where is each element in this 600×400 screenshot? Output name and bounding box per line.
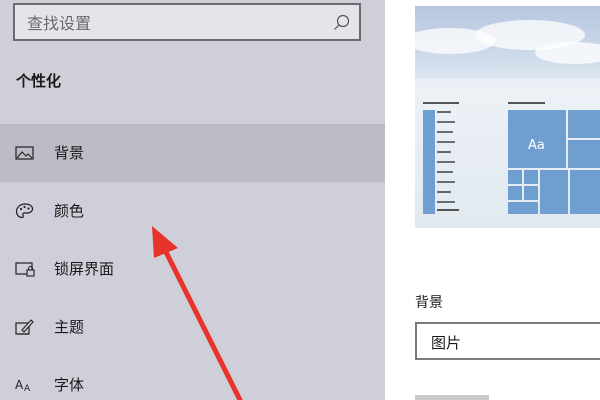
sidebar-item-lock-screen[interactable]: 锁屏界面: [0, 240, 385, 298]
theme-icon: [14, 317, 36, 337]
image-icon: [14, 143, 36, 163]
search-icon[interactable]: [331, 12, 353, 34]
lock-screen-icon: [14, 259, 36, 279]
svg-text:A: A: [24, 384, 31, 394]
sidebar-item-label: 颜色: [54, 202, 85, 220]
sidebar-item-themes[interactable]: 主题: [0, 298, 385, 356]
sidebar-item-label: 锁屏界面: [54, 260, 115, 278]
sidebar-item-label: 字体: [54, 376, 85, 394]
font-icon: A A: [14, 375, 36, 395]
sidebar-item-colors[interactable]: 颜色: [0, 182, 385, 240]
sidebar-item-label: 主题: [54, 318, 85, 336]
sidebar: 个性化 背景: [0, 0, 385, 400]
background-type-dropdown[interactable]: 图片: [415, 322, 600, 360]
dropdown-value: 图片: [431, 334, 462, 352]
search-input[interactable]: [27, 12, 317, 34]
preview-tile-text: Aa: [528, 138, 545, 153]
preview-start-column: [423, 110, 435, 214]
nav-list: 背景 颜色 锁屏界面 主题 A A 字体: [0, 124, 385, 400]
settings-window: 个性化 背景: [0, 0, 600, 400]
main-content: Aa 背景 图片: [385, 0, 600, 400]
search-box[interactable]: [13, 3, 361, 41]
cropped-label: [415, 389, 495, 400]
section-title: 个性化: [16, 72, 62, 90]
sidebar-item-fonts[interactable]: A A 字体: [0, 356, 385, 400]
palette-icon: [14, 201, 36, 221]
preview-mockup: [423, 102, 600, 214]
sidebar-item-background[interactable]: 背景: [0, 124, 385, 182]
sidebar-item-label: 背景: [54, 144, 85, 162]
background-preview: Aa: [415, 6, 600, 228]
preview-tile: [568, 140, 600, 168]
preview-tile: [568, 110, 600, 138]
background-label: 背景: [415, 295, 443, 311]
svg-text:A: A: [15, 378, 24, 392]
